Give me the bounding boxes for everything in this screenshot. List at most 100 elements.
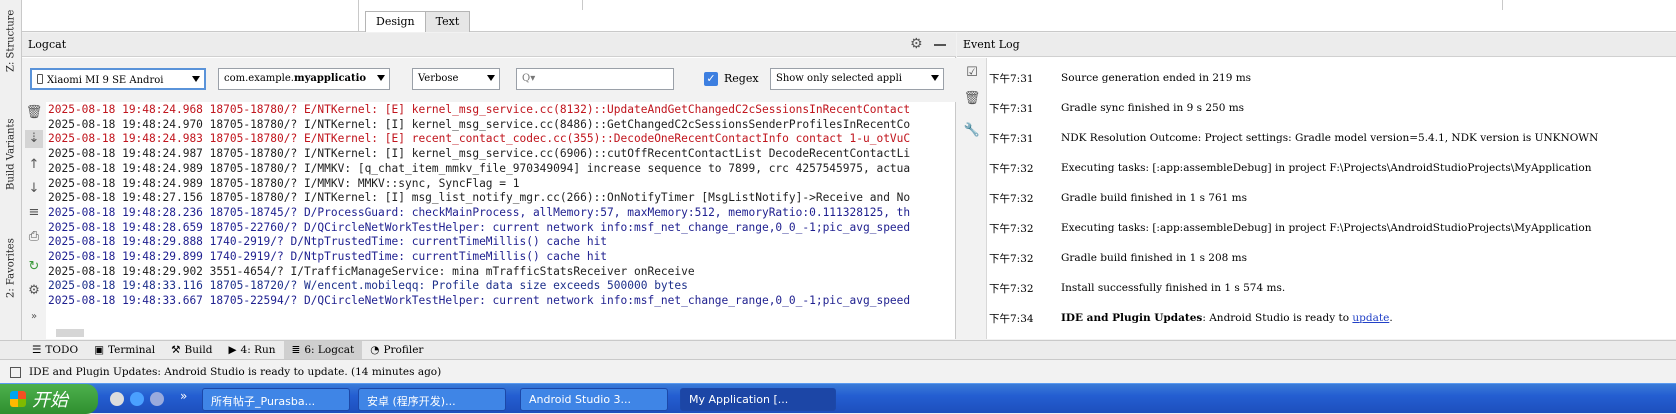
- event-time: 下午7:34: [989, 312, 1034, 325]
- log-line: 2025-08-18 19:48:24.987 18705-18780/? I/…: [48, 147, 911, 161]
- event-time: 下午7:31: [989, 132, 1034, 145]
- log-line: 2025-08-18 19:48:24.989 18705-18780/? I/…: [48, 176, 520, 190]
- logcat-title: Logcat: [28, 38, 67, 51]
- log-line: 2025-08-18 19:48:24.968 18705-18780/? E/…: [48, 103, 911, 116]
- event-row: 下午7:32 Executing tasks: [:app:assembleDeb…: [989, 213, 1669, 243]
- tab-run[interactable]: ▶ 4: Run: [220, 341, 283, 359]
- event-text: Gradle sync finished in 9 s 250 ms: [1061, 102, 1245, 114]
- event-text: Executing tasks: [:app:assembleDebug] in…: [1061, 162, 1592, 174]
- log-level-dropdown[interactable]: Verbose: [412, 68, 500, 90]
- process-name: myapplicatio: [293, 73, 367, 84]
- log-line: 2025-08-18 19:48:27.156 18705-18780/? I/…: [48, 191, 911, 205]
- event-list: 下午7:31 Source generation ended in 219 ms 下…: [989, 63, 1669, 333]
- taskbar-item-browser-2[interactable]: 安卓 (程序开发)...: [358, 388, 506, 411]
- chevron-down-icon: [377, 75, 385, 81]
- settings-icon[interactable]: ⚙: [25, 282, 43, 300]
- log-line: 2025-08-18 19:48:33.116 18705-18720/? W/…: [48, 279, 688, 293]
- event-text: Gradle build finished in 1 s 761 ms: [1061, 192, 1248, 204]
- status-message[interactable]: IDE and Plugin Updates: Android Studio i…: [29, 366, 441, 378]
- hammer-icon: ⚒: [171, 344, 181, 356]
- media-player-icon[interactable]: [110, 392, 124, 406]
- event-time: 下午7:32: [989, 282, 1034, 295]
- horizontal-scrollbar[interactable]: [56, 329, 84, 337]
- gear-icon[interactable]: ⚙: [910, 36, 923, 52]
- event-text: : Android Studio is ready to: [1202, 312, 1353, 324]
- favorites-tab[interactable]: 2: Favorites: [1, 228, 21, 308]
- event-row: 下午7:31 Gradle sync finished in 9 s 250 ms: [989, 93, 1669, 123]
- event-text: Executing tasks: [:app:assembleDebug] in…: [1061, 222, 1592, 234]
- scroll-to-end-icon[interactable]: ⇣: [25, 130, 43, 148]
- editor-area: [22, 0, 1676, 32]
- start-label: 开始: [32, 390, 68, 411]
- soft-wrap-icon[interactable]: ≡: [25, 204, 43, 222]
- start-button[interactable]: 开始: [0, 384, 98, 414]
- event-log-header: Event Log: [957, 33, 1676, 57]
- more-icon[interactable]: »: [25, 308, 43, 326]
- taskbar-item-browser-1[interactable]: 所有帖子_Purasba...: [202, 388, 350, 411]
- up-arrow-icon[interactable]: ↑: [25, 156, 43, 174]
- log-line: 2025-08-18 19:48:28.659 18705-22760/? D/…: [48, 220, 911, 234]
- desktop-icon[interactable]: [150, 392, 164, 406]
- ie-icon[interactable]: [130, 392, 144, 406]
- tab-label: Build: [184, 344, 213, 356]
- event-text: Install successfully finished in 1 s 574…: [1061, 282, 1286, 294]
- device-dropdown[interactable]: Xiaomi MI 9 SE Androi: [30, 68, 206, 90]
- tab-label: Profiler: [383, 344, 424, 356]
- tab-profiler[interactable]: ◔ Profiler: [362, 341, 431, 359]
- event-log-toolbar: ☑ 🗑 🔧: [957, 58, 987, 339]
- update-link[interactable]: update: [1352, 312, 1389, 324]
- log-line: 2025-08-18 19:48:29.899 1740-2919/? D/Nt…: [48, 250, 608, 264]
- restart-icon[interactable]: ↻: [25, 258, 43, 276]
- filter-config-dropdown[interactable]: Show only selected appli: [770, 68, 944, 90]
- event-log-title: Event Log: [963, 38, 1020, 51]
- search-input[interactable]: Q▾: [516, 68, 674, 90]
- taskbar-item-label: Android Studio 3...: [529, 393, 632, 406]
- log-line: 2025-08-18 19:48:29.888 1740-2919/? D/Nt…: [48, 235, 608, 249]
- minimize-icon[interactable]: [934, 44, 946, 46]
- event-row: 下午7:32 Install successfully finished in 1…: [989, 273, 1669, 303]
- log-output[interactable]: 2025-08-18 19:48:24.968 18705-18780/? E/…: [48, 103, 954, 325]
- log-line: 2025-08-18 19:48:24.983 18705-18780/? E/…: [48, 132, 911, 146]
- taskbar-item-my-application[interactable]: My Application [...: [680, 388, 836, 411]
- list-icon: ☰: [32, 344, 42, 356]
- tab-logcat[interactable]: ≣ 6: Logcat: [283, 341, 363, 359]
- log-level-value: Verbose: [418, 73, 459, 84]
- regex-checkbox[interactable]: ✓: [704, 72, 718, 86]
- tab-design[interactable]: Design: [365, 11, 426, 32]
- log-line: 2025-08-18 19:48:24.989 18705-18780/? I/…: [48, 161, 911, 175]
- log-line: 2025-08-18 19:48:24.970 18705-18780/? I/…: [48, 117, 911, 131]
- event-message: Executing tasks: [:app:assembleDebug] in…: [1061, 162, 1592, 174]
- terminal-icon: ▣: [94, 344, 104, 356]
- tab-todo[interactable]: ☰ TODO: [24, 341, 86, 359]
- tab-text[interactable]: Text: [424, 11, 471, 32]
- tab-terminal[interactable]: ▣ Terminal: [86, 341, 163, 359]
- windows-logo-icon: [10, 391, 26, 407]
- trash-icon[interactable]: 🗑: [963, 90, 981, 108]
- favorites-tab-label: 2: Favorites: [5, 238, 17, 298]
- structure-tab-label: Z: Structure: [5, 9, 17, 73]
- punctuation: .: [1389, 312, 1393, 324]
- event-row: 下午7:32 Gradle build finished in 1 s 761 m…: [989, 183, 1669, 213]
- event-text: Gradle build finished in 1 s 208 ms: [1061, 252, 1248, 264]
- process-dropdown[interactable]: com.example.myapplicatio: [218, 68, 390, 90]
- chevron-down-icon: [931, 75, 939, 81]
- device-dropdown-value: Xiaomi MI 9 SE Androi: [47, 75, 164, 86]
- down-arrow-icon[interactable]: ↓: [25, 180, 43, 198]
- event-time: 下午7:31: [989, 102, 1034, 115]
- log-line: 2025-08-18 19:48:28.236 18705-18745/? D/…: [48, 205, 911, 219]
- build-variants-tab[interactable]: Build Variants: [1, 108, 21, 200]
- mark-all-read-icon[interactable]: ☑: [963, 64, 981, 82]
- print-icon[interactable]: ⎙: [25, 228, 43, 246]
- clear-logcat-icon[interactable]: 🗑: [25, 104, 43, 122]
- structure-tab[interactable]: Z: Structure: [1, 2, 21, 80]
- event-title: IDE and Plugin Updates: [1061, 312, 1203, 324]
- logcat-filters: Xiaomi MI 9 SE Androi com.example.myappl…: [22, 58, 956, 102]
- tab-build[interactable]: ⚒ Build: [163, 341, 220, 359]
- event-text: NDK Resolution Outcome: Project settings…: [1061, 132, 1599, 144]
- status-bar: IDE and Plugin Updates: Android Studio i…: [0, 361, 1676, 383]
- event-text: Source generation ended in 219 ms: [1061, 72, 1252, 84]
- status-icon[interactable]: [10, 366, 21, 378]
- expand-quicklaunch-icon[interactable]: »: [180, 389, 187, 403]
- wrench-icon[interactable]: 🔧: [963, 122, 981, 140]
- taskbar-item-android-studio[interactable]: Android Studio 3...: [520, 388, 668, 411]
